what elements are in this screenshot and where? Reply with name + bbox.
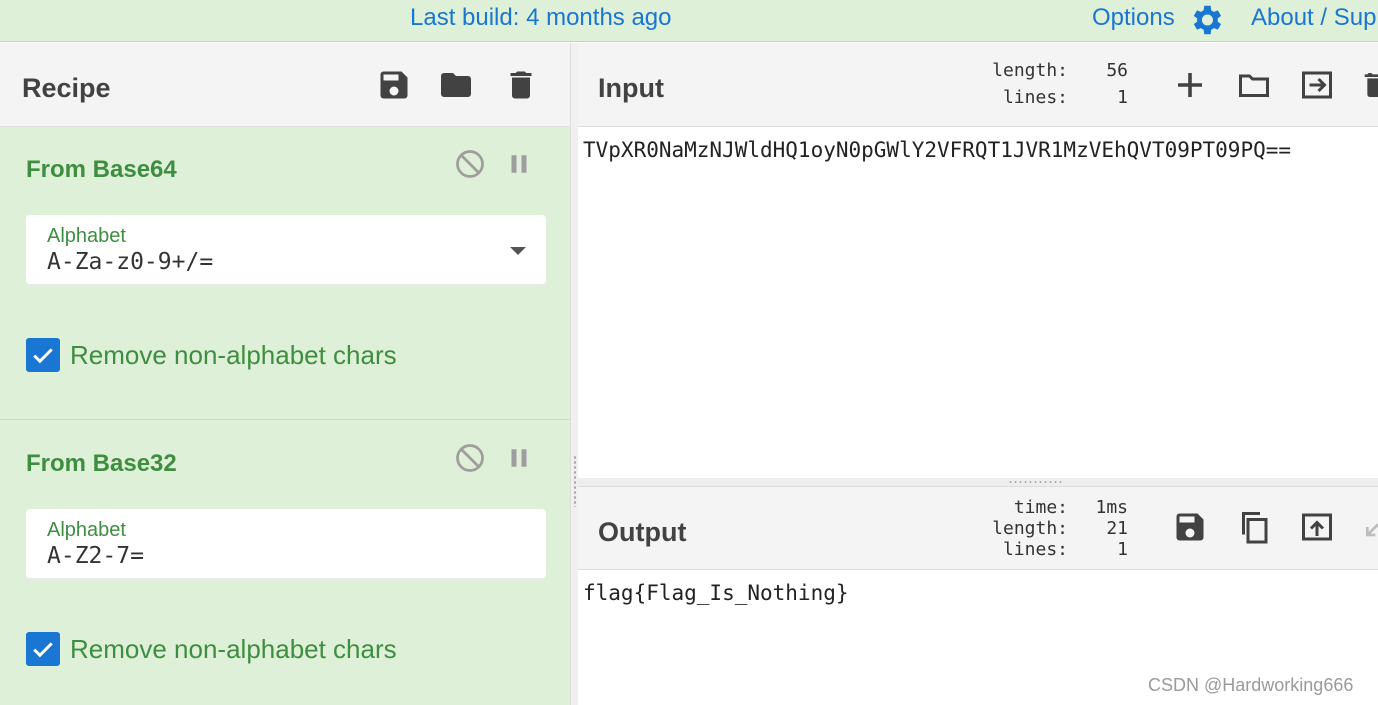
checkbox-label[interactable]: Remove non-alphabet chars: [70, 634, 397, 665]
alphabet-value[interactable]: A-Z2-7=: [47, 543, 144, 569]
alphabet-select[interactable]: Alphabet A-Za-z0-9+/=: [26, 215, 546, 285]
watermark: CSDN @Hardworking666: [1148, 675, 1354, 695]
operation-from-base32[interactable]: From Base32 Alphabet A-Z2-7= Remove non-…: [0, 422, 570, 705]
about-support-link[interactable]: About / Support: [1251, 4, 1378, 32]
checkbox-checked-icon[interactable]: [26, 338, 60, 372]
input-text[interactable]: TVpXR0NaMzNJWldHQ1oyN0pGWlY2VFRQT1JVR1Mz…: [583, 138, 1291, 162]
recipe-title: Recipe: [22, 73, 111, 103]
grip-dots[interactable]: [573, 455, 577, 507]
lines-value: 1: [1117, 87, 1128, 108]
disable-icon[interactable]: [455, 149, 485, 179]
checkbox-checked-icon[interactable]: [26, 632, 60, 666]
plus-icon[interactable]: [1172, 67, 1208, 103]
operation-title: From Base32: [26, 450, 177, 477]
trash-icon[interactable]: [503, 67, 539, 103]
options-link[interactable]: Options: [1092, 4, 1175, 32]
grip-dots[interactable]: [1008, 480, 1062, 484]
input-title: Input: [598, 73, 664, 103]
time-value: 1ms: [1095, 497, 1128, 518]
last-build-text: Last build: 4 months ago: [410, 4, 672, 31]
save-icon[interactable]: [1172, 509, 1208, 545]
import-icon[interactable]: [1299, 67, 1335, 103]
length-value: 56: [1106, 60, 1128, 81]
recipe-panel: Recipe From Base64 Alphabet A-Za-z0-9+/=: [0, 43, 570, 705]
alphabet-label: Alphabet: [47, 225, 126, 247]
copy-icon[interactable]: [1236, 509, 1272, 545]
folder-open-icon[interactable]: [1236, 67, 1272, 103]
folder-icon[interactable]: [438, 67, 474, 103]
column-resize-handle[interactable]: [570, 43, 578, 705]
input-header: Input length: 56 lines: 1: [578, 43, 1378, 127]
alphabet-label: Alphabet: [47, 519, 126, 541]
input-textarea[interactable]: TVpXR0NaMzNJWldHQ1oyN0pGWlY2VFRQT1JVR1Mz…: [578, 128, 1378, 478]
lines-key: lines:: [1002, 87, 1068, 108]
disable-icon[interactable]: [455, 443, 485, 473]
chevron-down-icon[interactable]: [510, 247, 526, 255]
undo-icon[interactable]: [1362, 509, 1378, 545]
length-key: length:: [992, 518, 1068, 539]
operation-title: From Base64: [26, 156, 177, 183]
alphabet-value[interactable]: A-Za-z0-9+/=: [47, 249, 213, 275]
length-value: 21: [1106, 518, 1128, 539]
time-key: time:: [1013, 497, 1068, 518]
length-key: length:: [992, 60, 1068, 81]
pause-icon[interactable]: [504, 443, 534, 473]
top-banner: Last build: 4 months ago Options About /…: [0, 0, 1378, 42]
pause-icon[interactable]: [504, 149, 534, 179]
row-resize-handle[interactable]: [578, 478, 1378, 486]
save-icon[interactable]: [376, 67, 412, 103]
lines-value: 1: [1117, 539, 1128, 560]
operation-from-base64[interactable]: From Base64 Alphabet A-Za-z0-9+/= Remove…: [0, 128, 570, 420]
checkbox-label[interactable]: Remove non-alphabet chars: [70, 340, 397, 371]
lines-key: lines:: [1002, 539, 1068, 560]
output-header: Output time: 1ms length: 21 lines: 1: [578, 486, 1378, 570]
alphabet-input[interactable]: Alphabet A-Z2-7=: [26, 509, 546, 579]
output-text[interactable]: flag{Flag_Is_Nothing}: [583, 581, 849, 605]
output-stats: time: 1ms length: 21 lines: 1: [990, 497, 1128, 560]
trash-icon[interactable]: [1362, 67, 1378, 103]
gear-icon[interactable]: [1187, 1, 1225, 39]
replace-input-icon[interactable]: [1299, 509, 1335, 545]
output-title: Output: [598, 517, 687, 547]
input-stats: length: 56 lines: 1: [992, 60, 1128, 109]
recipe-header: Recipe: [0, 43, 570, 127]
